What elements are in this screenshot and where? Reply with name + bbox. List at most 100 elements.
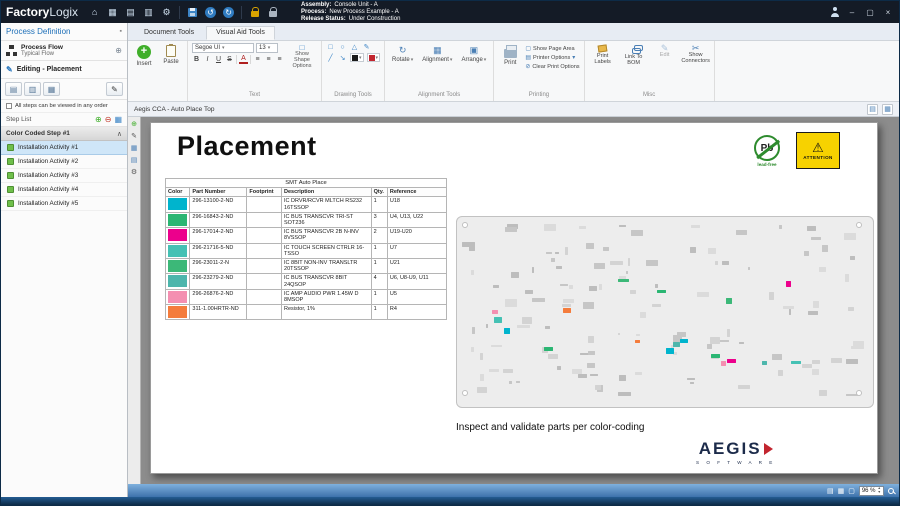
save-glyph (188, 8, 197, 17)
ellipse-shape-button[interactable]: ○ (338, 44, 347, 51)
page-view-icon[interactable]: ▤ (867, 104, 878, 115)
edit-element-icon[interactable]: ✎ (131, 133, 137, 141)
list-item-installation-activity[interactable]: Installation Activity #4 (1, 183, 127, 197)
insert-button[interactable]: + Insert (132, 43, 156, 69)
zoom-spinner[interactable]: ▲▼ (878, 487, 881, 494)
print-labels-button[interactable]: Print Labels (589, 43, 617, 65)
view-flow-button[interactable]: ▦ (43, 82, 60, 96)
triangle-shape-button[interactable]: △ (350, 43, 359, 51)
restore-button[interactable]: ▢ (864, 8, 876, 17)
add-step-icon[interactable]: ⊕ (95, 115, 102, 124)
magnifier-icon[interactable] (888, 488, 894, 494)
fill-color-picker[interactable]: ▾ (367, 53, 381, 62)
pcb-component (708, 248, 716, 254)
table-row[interactable]: 296-21716-5-ND IC TOUCH SCREEN CTRLR 16-… (166, 243, 447, 258)
save-icon[interactable] (185, 5, 200, 20)
edit-step-button[interactable]: ✎ (106, 82, 123, 96)
list-item-installation-activity[interactable]: Installation Activity #5 (1, 197, 127, 211)
zoom-level-control[interactable]: 96 % ▲▼ (859, 486, 884, 496)
order-checkbox[interactable] (6, 103, 12, 109)
show-connectors-button[interactable]: ✂ Show Connectors (682, 43, 710, 64)
line-tool-button[interactable]: ╱ (326, 54, 335, 62)
font-color-button[interactable]: A (239, 55, 248, 64)
align-left-button[interactable]: ≡ (253, 56, 262, 63)
canvas-settings-icon[interactable]: ⚙ (131, 169, 137, 177)
table-row[interactable]: 296-16843-2-ND IC BUS TRANSCVR TRI-ST SO… (166, 212, 447, 227)
list-item-installation-activity[interactable]: Installation Activity #3 (1, 169, 127, 183)
paste-button[interactable]: Paste (159, 43, 183, 67)
view-steps-button[interactable]: ▤ (5, 82, 22, 96)
pcb-component (522, 317, 532, 324)
fit-width-icon[interactable]: ▦ (838, 487, 845, 495)
pcb-component (532, 298, 545, 303)
layers-icon[interactable]: ▦ (131, 145, 138, 153)
edit-button[interactable]: ✎ Edit (651, 43, 679, 58)
step-grid-icon[interactable]: ▦ (114, 115, 122, 124)
table-row[interactable]: 311-1.00HRTR-ND Resistor, 1% 1 R4 (166, 305, 447, 320)
undo-icon[interactable]: ↺ (203, 5, 218, 20)
user-icon[interactable] (830, 7, 840, 17)
arrow-tool-button[interactable]: ↘ (338, 54, 347, 62)
table-row[interactable]: 296-13100-2-ND IC DRVR/RCVR MLTCH RS232 … (166, 197, 447, 212)
table-row[interactable]: 296-26876-2-ND IC AMP AUDIO PWR 1.45W D … (166, 289, 447, 304)
underline-button[interactable]: U (214, 56, 223, 63)
esd-attention-sign: ⚠ ATTENTION (796, 132, 840, 169)
arrange-button[interactable]: ▣ Arrange▾ (458, 43, 489, 65)
rotate-button[interactable]: ↻ Rotate▾ (389, 43, 416, 65)
document-canvas[interactable]: ⊕ ✎ ▦ ▤ ⚙ Placement Pb lead-free ⚠ ATTEN… (128, 117, 899, 484)
process-flow-item[interactable]: Process Flow Typical Flow ⊕ (1, 41, 127, 61)
color-coded-step-group[interactable]: Color Coded Step #1 ∧ (1, 127, 127, 141)
table-row[interactable]: 296-23011-2-N IC 8BIT NON-INV TRANSLTR 2… (166, 259, 447, 274)
chevron-down-icon: ▾ (376, 55, 379, 61)
table-row[interactable]: 296-17014-2-ND IC BUS TRANSCVR 2B N-INV … (166, 228, 447, 243)
home-icon[interactable]: ⌂ (87, 5, 102, 20)
collapse-icon[interactable]: ∧ (117, 130, 122, 138)
titlebar-right: – ▢ × (830, 7, 894, 17)
pcb-component (544, 224, 556, 231)
italic-button[interactable]: I (203, 56, 212, 63)
list-item-installation-activity[interactable]: Installation Activity #2 (1, 155, 127, 169)
print-button[interactable]: Print (498, 43, 522, 68)
bold-button[interactable]: B (192, 56, 201, 63)
pages-icon[interactable]: ▤ (131, 157, 138, 165)
modules-icon[interactable]: ▦ (105, 5, 120, 20)
close-button[interactable]: × (882, 8, 894, 17)
expand-flow-icon[interactable]: ⊕ (115, 46, 122, 55)
rect-shape-button[interactable]: □ (326, 44, 335, 51)
step-list-header: Step List ⊕ ⊖ ▦ (1, 113, 127, 127)
stroke-color-picker[interactable]: ▾ (350, 53, 364, 62)
link-to-bom-button[interactable]: Link To BOM (620, 43, 648, 66)
fit-page-icon[interactable]: ▤ (827, 487, 834, 495)
font-size-combo[interactable]: 13▾ (256, 43, 278, 53)
alignment-button[interactable]: ▦ Alignment▾ (419, 43, 455, 65)
pencil-tool-button[interactable]: ✎ (362, 43, 371, 51)
window-view-icon[interactable]: ▦ (882, 104, 893, 115)
minimize-button[interactable]: – (846, 8, 858, 17)
add-element-icon[interactable]: ⊕ (131, 121, 137, 129)
printer-options-button[interactable]: ▤Printer Options▾ (525, 54, 579, 61)
view-documents-button[interactable]: ▥ (24, 82, 41, 96)
pin-icon[interactable]: ▪ (120, 28, 122, 35)
strikethrough-button[interactable]: S (225, 56, 234, 63)
documents-icon[interactable]: ▤ (123, 5, 138, 20)
editing-placement-item[interactable]: ✎ Editing - Placement (1, 61, 127, 79)
actual-size-icon[interactable]: ▢ (848, 487, 855, 495)
ribbon-tab-visual-aid-tools[interactable]: Visual Aid Tools (206, 26, 275, 40)
unlock-icon[interactable] (247, 5, 262, 20)
copy-icon[interactable]: ▥ (141, 5, 156, 20)
remove-step-icon[interactable]: ⊖ (105, 115, 112, 124)
clear-print-options-button[interactable]: ⊘Clear Print Options (525, 63, 579, 70)
align-right-button[interactable]: ≡ (275, 56, 284, 63)
ribbon-tab-document-tools[interactable]: Document Tools (134, 26, 204, 40)
show-page-area-button[interactable]: ▢Show Page Area (525, 45, 579, 52)
show-shape-options-button[interactable]: □ Show Shape Options (287, 43, 317, 71)
pcb-component (517, 325, 530, 328)
align-center-button[interactable]: ≡ (264, 56, 273, 63)
settings-icon[interactable]: ⚙ (159, 5, 174, 20)
lock-icon[interactable] (265, 5, 280, 20)
redo-icon[interactable]: ↻ (221, 5, 236, 20)
font-name-combo[interactable]: Segoe UI▾ (192, 43, 254, 53)
list-item-installation-activity[interactable]: Installation Activity #1 (1, 141, 127, 155)
pcb-component (845, 274, 849, 281)
table-row[interactable]: 296-23279-2-ND IC BUS TRANSCVR 8BIT 24QS… (166, 274, 447, 289)
